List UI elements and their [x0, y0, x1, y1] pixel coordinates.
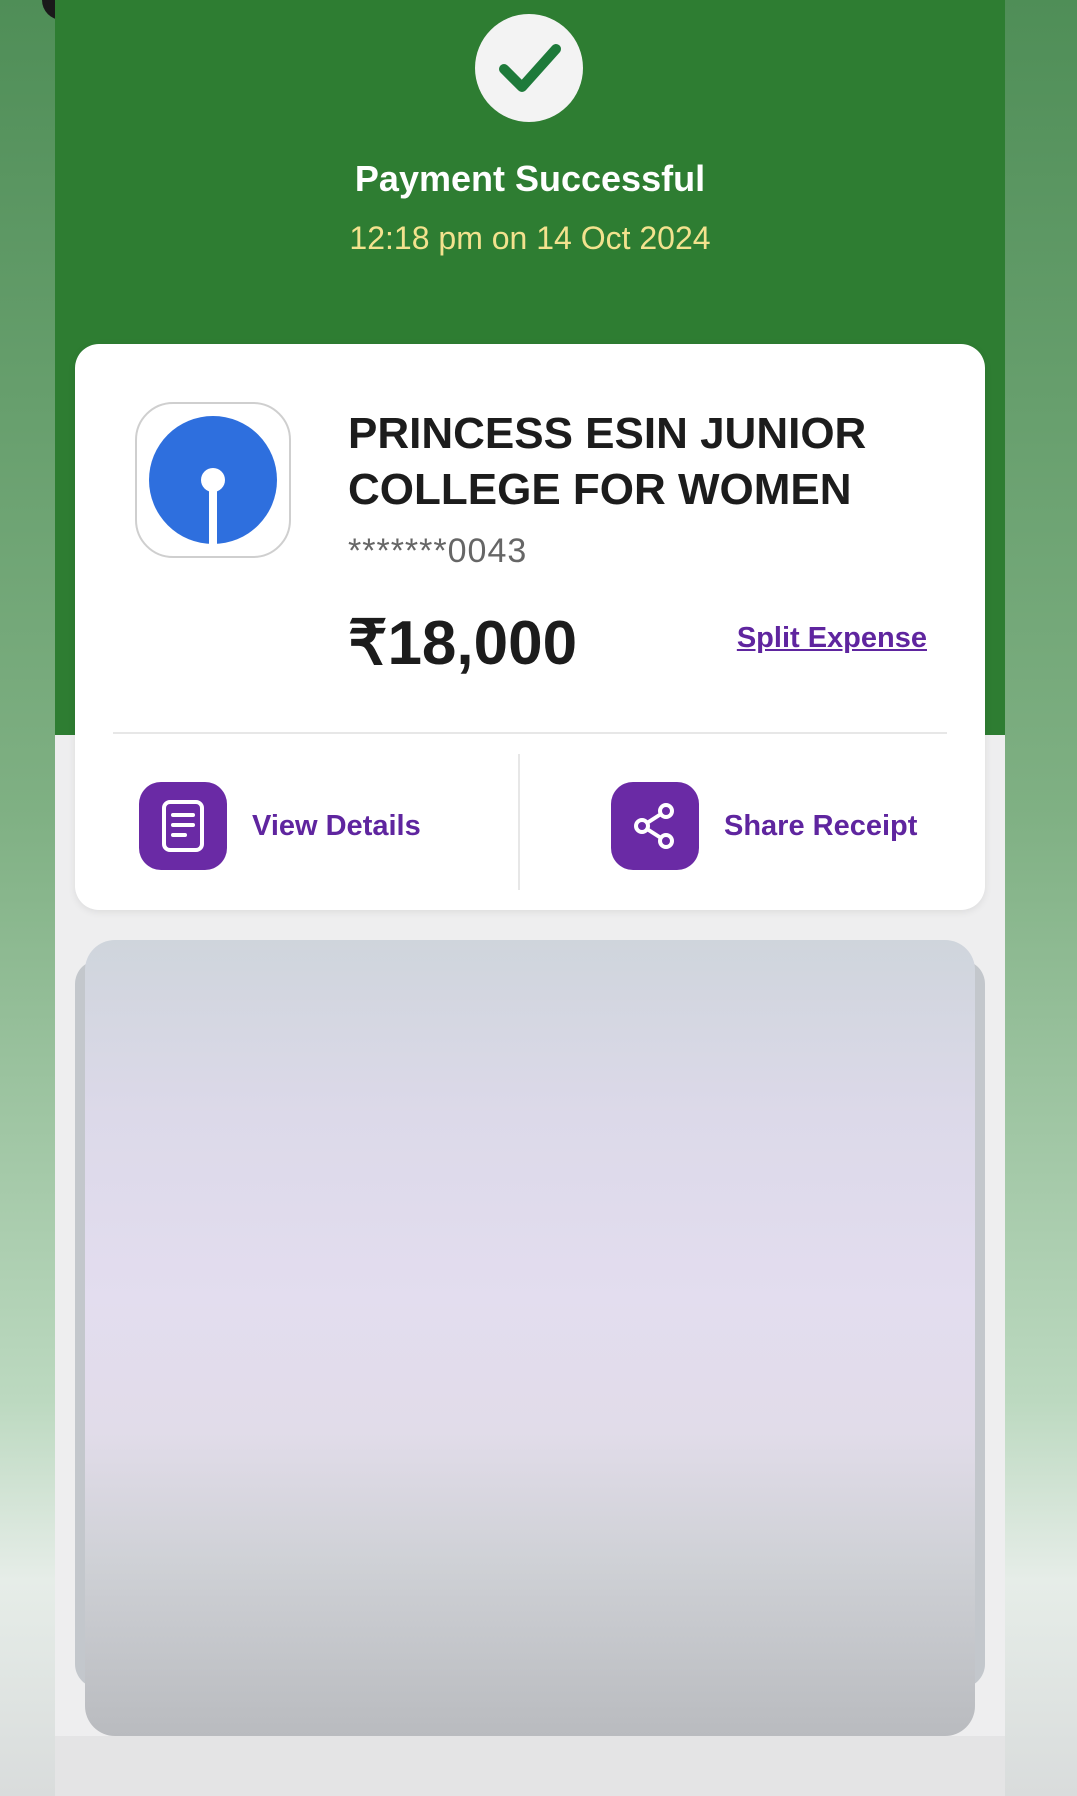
payee-account-number: *******0043 [348, 532, 528, 570]
split-expense-link[interactable]: Split Expense [737, 622, 927, 655]
document-icon [139, 782, 227, 870]
card-divider [113, 732, 947, 734]
payee-name: PRINCESS ESIN JUNIOR COLLEGE FOR WOMEN [348, 409, 867, 514]
sbi-bank-logo-icon [135, 402, 291, 558]
payment-amount: ₹18,000 [348, 609, 578, 678]
payment-screen: Payment Successful 12:18 pm on 14 Oct 20… [55, 0, 1005, 1796]
success-check-icon [475, 14, 583, 122]
view-details-button[interactable]: View Details [139, 782, 421, 870]
promo-banner[interactable] [85, 940, 975, 1736]
payment-summary-card: PRINCESS ESIN JUNIOR COLLEGE FOR WOMEN *… [75, 344, 985, 910]
bottom-bar [55, 1736, 1005, 1796]
payment-timestamp: 12:18 pm on 14 Oct 2024 [349, 220, 711, 256]
share-receipt-button[interactable]: Share Receipt [611, 782, 917, 870]
share-receipt-label: Share Receipt [724, 809, 918, 842]
action-divider [518, 754, 520, 890]
share-icon [611, 782, 699, 870]
view-details-label: View Details [252, 809, 421, 842]
payment-status-title: Payment Successful [354, 158, 706, 199]
